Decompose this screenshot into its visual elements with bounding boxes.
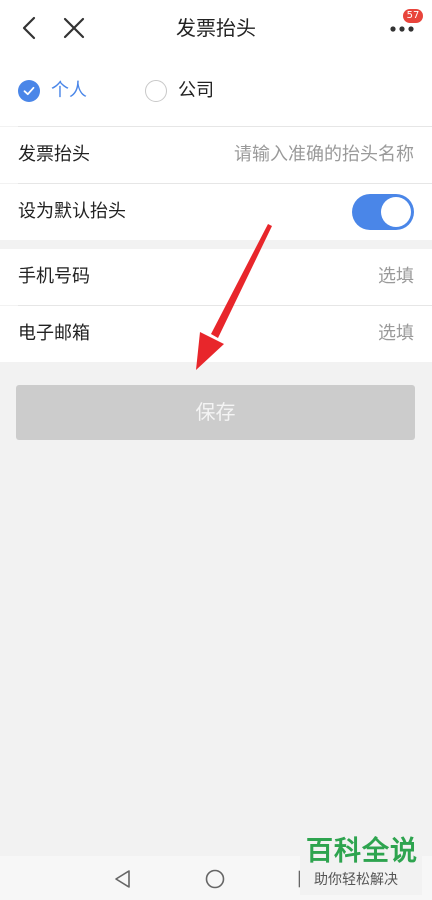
phone-input[interactable]: 选填	[378, 263, 414, 291]
radio-personal[interactable]: 个人	[18, 78, 87, 104]
watermark-subtitle: 助你轻松解决	[314, 872, 398, 888]
page-title: 发票抬头	[176, 16, 256, 40]
checked-icon	[18, 80, 40, 102]
email-input[interactable]: 选填	[378, 320, 414, 348]
save-button[interactable]: 保存	[16, 385, 415, 440]
unchecked-circle-icon	[145, 80, 167, 102]
notification-badge: 57	[403, 9, 423, 23]
watermark-title: 百科全说	[306, 836, 418, 867]
nav-back-icon[interactable]	[112, 868, 134, 890]
invoice-title-input[interactable]: 请输入准确的抬头名称	[234, 141, 414, 169]
watermark: 百科全说 助你轻松解决	[300, 833, 422, 895]
phone-label: 手机号码	[18, 266, 90, 287]
annotation-arrow-icon	[196, 224, 272, 370]
invoice-title-label: 发票抬头	[18, 144, 90, 165]
nav-home-icon[interactable]	[204, 868, 226, 890]
invoice-type-selector: 个人 公司	[0, 56, 432, 126]
default-title-label: 设为默认抬头	[18, 201, 126, 222]
toggle-knob	[381, 197, 411, 227]
top-bar: 发票抬头 57	[0, 0, 432, 56]
invoice-title-row: 发票抬头 请输入准确的抬头名称	[0, 127, 432, 183]
radio-personal-label: 个人	[51, 80, 87, 101]
radio-company-label: 公司	[178, 80, 214, 101]
email-label: 电子邮箱	[18, 323, 90, 344]
default-title-toggle[interactable]	[352, 194, 414, 230]
radio-company[interactable]: 公司	[145, 78, 214, 104]
